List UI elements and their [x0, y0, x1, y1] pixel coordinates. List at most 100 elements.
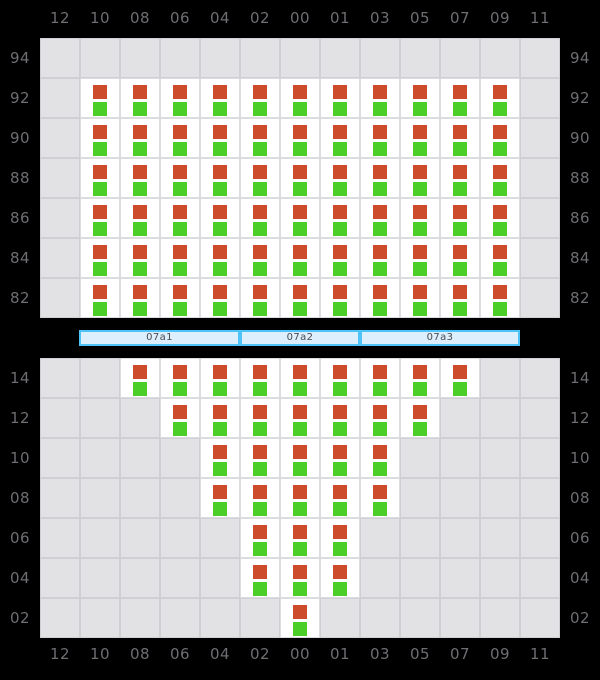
- empty-cell[interactable]: [40, 198, 80, 238]
- empty-cell[interactable]: [480, 558, 520, 598]
- empty-cell[interactable]: [400, 478, 440, 518]
- data-cell[interactable]: [280, 278, 320, 318]
- empty-cell[interactable]: [80, 518, 120, 558]
- empty-cell[interactable]: [40, 598, 80, 638]
- data-cell[interactable]: [400, 158, 440, 198]
- data-cell[interactable]: [240, 238, 280, 278]
- data-cell[interactable]: [240, 558, 280, 598]
- data-cell[interactable]: [320, 518, 360, 558]
- empty-cell[interactable]: [440, 38, 480, 78]
- empty-cell[interactable]: [40, 278, 80, 318]
- empty-cell[interactable]: [40, 238, 80, 278]
- data-cell[interactable]: [480, 78, 520, 118]
- empty-cell[interactable]: [520, 158, 560, 198]
- empty-cell[interactable]: [400, 518, 440, 558]
- data-cell[interactable]: [80, 118, 120, 158]
- data-cell[interactable]: [280, 558, 320, 598]
- data-cell[interactable]: [120, 198, 160, 238]
- empty-cell[interactable]: [520, 558, 560, 598]
- empty-cell[interactable]: [520, 78, 560, 118]
- empty-cell[interactable]: [440, 558, 480, 598]
- data-cell[interactable]: [160, 278, 200, 318]
- data-cell[interactable]: [240, 278, 280, 318]
- empty-cell[interactable]: [160, 598, 200, 638]
- empty-cell[interactable]: [160, 38, 200, 78]
- data-cell[interactable]: [320, 558, 360, 598]
- data-cell[interactable]: [240, 438, 280, 478]
- data-cell[interactable]: [240, 158, 280, 198]
- empty-cell[interactable]: [120, 438, 160, 478]
- empty-cell[interactable]: [160, 518, 200, 558]
- empty-cell[interactable]: [40, 158, 80, 198]
- data-cell[interactable]: [440, 278, 480, 318]
- data-cell[interactable]: [200, 118, 240, 158]
- data-cell[interactable]: [480, 278, 520, 318]
- data-cell[interactable]: [360, 78, 400, 118]
- empty-cell[interactable]: [40, 78, 80, 118]
- data-cell[interactable]: [120, 238, 160, 278]
- segment-label-07a1[interactable]: 07a1: [79, 330, 240, 346]
- empty-cell[interactable]: [200, 518, 240, 558]
- data-cell[interactable]: [160, 358, 200, 398]
- empty-cell[interactable]: [80, 478, 120, 518]
- empty-cell[interactable]: [240, 598, 280, 638]
- empty-cell[interactable]: [80, 558, 120, 598]
- empty-cell[interactable]: [80, 358, 120, 398]
- data-cell[interactable]: [280, 198, 320, 238]
- data-cell[interactable]: [360, 158, 400, 198]
- empty-cell[interactable]: [320, 38, 360, 78]
- empty-cell[interactable]: [360, 518, 400, 558]
- data-cell[interactable]: [400, 118, 440, 158]
- empty-cell[interactable]: [520, 478, 560, 518]
- empty-cell[interactable]: [200, 38, 240, 78]
- empty-cell[interactable]: [120, 598, 160, 638]
- empty-cell[interactable]: [40, 398, 80, 438]
- data-cell[interactable]: [320, 118, 360, 158]
- data-cell[interactable]: [160, 398, 200, 438]
- empty-cell[interactable]: [160, 438, 200, 478]
- data-cell[interactable]: [360, 238, 400, 278]
- data-cell[interactable]: [240, 118, 280, 158]
- empty-cell[interactable]: [360, 38, 400, 78]
- empty-cell[interactable]: [160, 558, 200, 598]
- data-cell[interactable]: [280, 598, 320, 638]
- data-cell[interactable]: [240, 398, 280, 438]
- empty-cell[interactable]: [480, 438, 520, 478]
- data-cell[interactable]: [80, 158, 120, 198]
- data-cell[interactable]: [440, 198, 480, 238]
- data-cell[interactable]: [320, 438, 360, 478]
- data-cell[interactable]: [240, 78, 280, 118]
- data-cell[interactable]: [320, 78, 360, 118]
- data-cell[interactable]: [480, 118, 520, 158]
- empty-cell[interactable]: [520, 238, 560, 278]
- empty-cell[interactable]: [160, 478, 200, 518]
- empty-cell[interactable]: [120, 38, 160, 78]
- data-cell[interactable]: [200, 78, 240, 118]
- data-cell[interactable]: [480, 158, 520, 198]
- data-cell[interactable]: [320, 358, 360, 398]
- empty-cell[interactable]: [120, 558, 160, 598]
- empty-cell[interactable]: [440, 518, 480, 558]
- empty-cell[interactable]: [120, 518, 160, 558]
- data-cell[interactable]: [400, 398, 440, 438]
- data-cell[interactable]: [200, 358, 240, 398]
- data-cell[interactable]: [280, 158, 320, 198]
- data-cell[interactable]: [400, 238, 440, 278]
- data-cell[interactable]: [160, 78, 200, 118]
- data-cell[interactable]: [360, 398, 400, 438]
- data-cell[interactable]: [320, 478, 360, 518]
- empty-cell[interactable]: [400, 598, 440, 638]
- data-cell[interactable]: [160, 118, 200, 158]
- data-cell[interactable]: [120, 158, 160, 198]
- data-cell[interactable]: [160, 238, 200, 278]
- data-cell[interactable]: [320, 278, 360, 318]
- data-cell[interactable]: [280, 398, 320, 438]
- data-cell[interactable]: [80, 278, 120, 318]
- data-cell[interactable]: [160, 158, 200, 198]
- empty-cell[interactable]: [200, 598, 240, 638]
- empty-cell[interactable]: [80, 438, 120, 478]
- empty-cell[interactable]: [480, 38, 520, 78]
- data-cell[interactable]: [280, 238, 320, 278]
- empty-cell[interactable]: [440, 478, 480, 518]
- data-cell[interactable]: [80, 198, 120, 238]
